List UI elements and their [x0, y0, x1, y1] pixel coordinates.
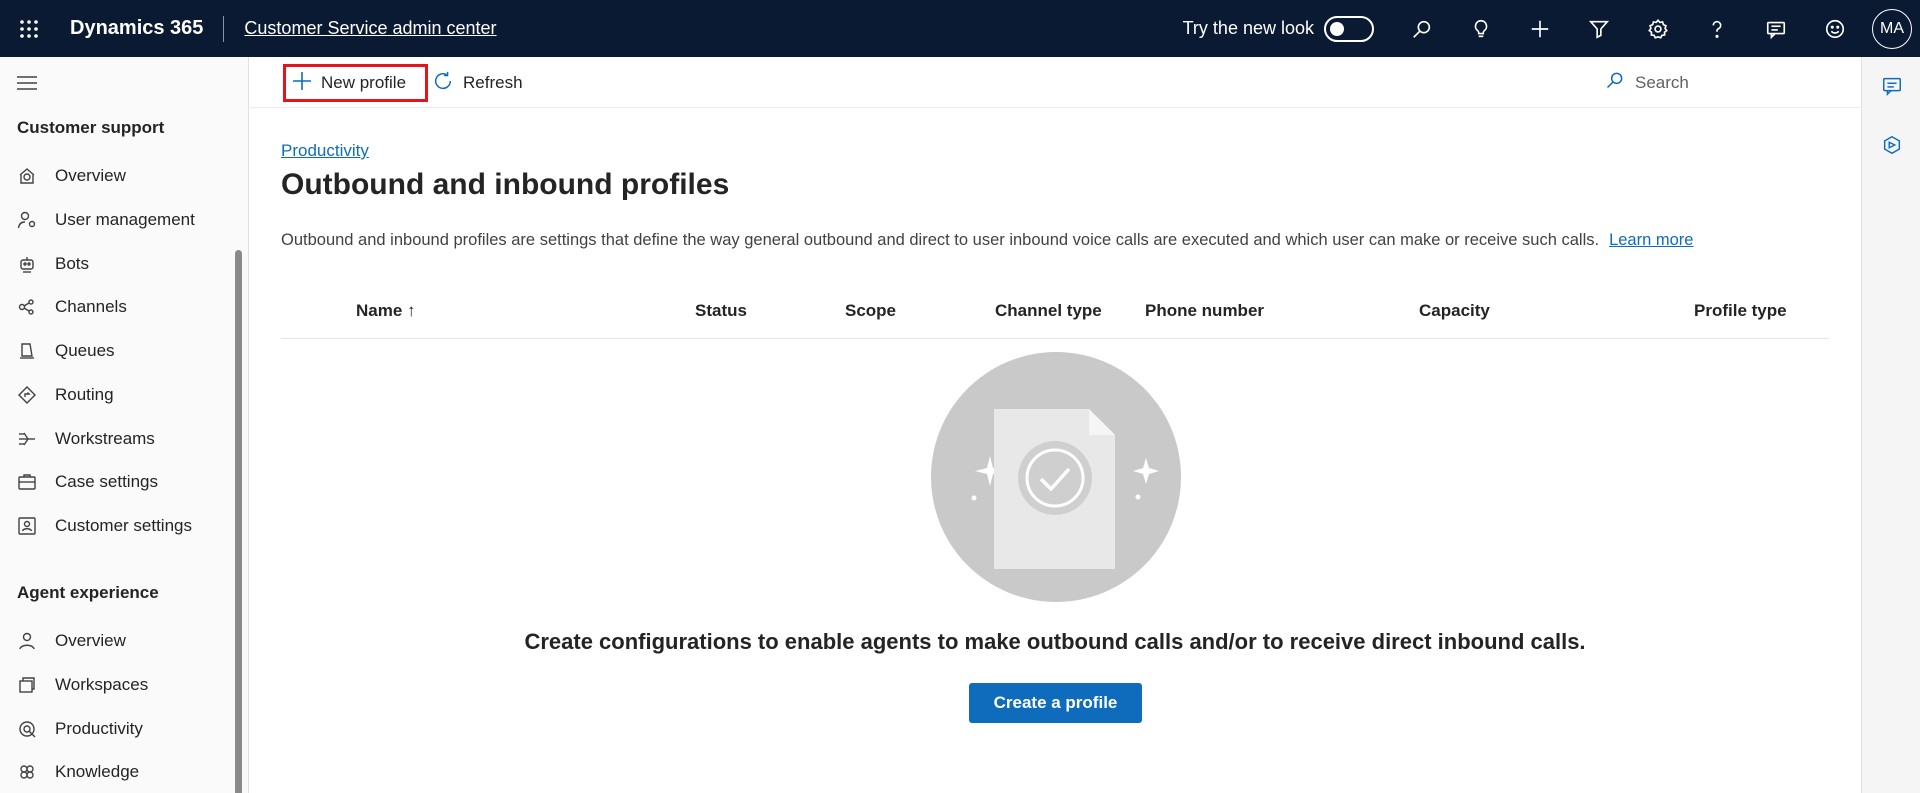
channels-icon: [17, 297, 37, 317]
help-icon[interactable]: [1687, 0, 1746, 57]
refresh-icon: [432, 70, 454, 97]
sidebar-item-label: Overview: [55, 166, 126, 185]
empty-state-message: Create configurations to enable agents t…: [524, 629, 1586, 654]
sidebar-item-routing[interactable]: Routing: [0, 375, 230, 415]
sidebar-scrollbar[interactable]: [235, 250, 242, 793]
refresh-label: Refresh: [463, 73, 523, 92]
plus-icon[interactable]: [1510, 0, 1569, 57]
knowledge-icon: [17, 762, 37, 782]
try-new-look-label: Try the new look: [1182, 18, 1314, 38]
gear-icon[interactable]: [1628, 0, 1687, 57]
sidebar-item-user-management[interactable]: User management: [0, 200, 230, 240]
sidebar-item-channels[interactable]: Channels: [0, 287, 230, 327]
column-header-scope[interactable]: Scope: [845, 301, 896, 321]
page-description: Outbound and inbound profiles are settin…: [281, 231, 1693, 250]
overview-icon: [17, 166, 37, 186]
description-text: Outbound and inbound profiles are settin…: [281, 231, 1600, 249]
empty-state-illustration: [931, 352, 1181, 602]
sidebar-item-customer-settings[interactable]: Customer settings: [0, 506, 230, 546]
routing-icon: [17, 385, 37, 405]
sidebar-item-label: Productivity: [55, 719, 143, 738]
column-header-name[interactable]: Name ↑: [356, 301, 416, 321]
sidebar-item-overview[interactable]: Overview: [0, 156, 230, 196]
sidebar-item-label: Routing: [55, 385, 114, 404]
column-header-status[interactable]: Status: [695, 301, 747, 321]
top-bar-actions: Try the new look MA: [1183, 0, 1920, 57]
queues-icon: [17, 341, 37, 361]
sidebar-item-queues[interactable]: Queues: [0, 331, 230, 371]
app-name-link[interactable]: Customer Service admin center: [244, 18, 496, 39]
hamburger-menu-icon[interactable]: [17, 75, 37, 96]
avatar[interactable]: MA: [1872, 8, 1912, 49]
sidebar-item-label: Workspaces: [55, 675, 149, 694]
copilot-icon[interactable]: [1880, 133, 1904, 157]
sidebar-item-workstreams[interactable]: Workstreams: [0, 419, 230, 459]
sidebar-item-case-settings[interactable]: Case settings: [0, 462, 230, 502]
workstreams-icon: [17, 429, 37, 449]
sidebar-item-productivity[interactable]: Productivity: [0, 709, 230, 749]
create-profile-button[interactable]: Create a profile: [969, 683, 1142, 723]
sidebar-item-label: Bots: [55, 254, 90, 273]
app-launcher-icon[interactable]: [0, 0, 58, 57]
section-agent-experience: Agent experience: [17, 583, 159, 602]
smiley-icon[interactable]: [1805, 0, 1864, 57]
column-header-phone-number[interactable]: Phone number: [1145, 301, 1264, 321]
new-profile-label: New profile: [321, 73, 407, 92]
customer-settings-icon: [17, 516, 37, 536]
lightbulb-icon[interactable]: [1451, 0, 1510, 57]
sidebar-item-knowledge[interactable]: Knowledge: [0, 752, 230, 792]
right-rail: [1861, 57, 1920, 793]
chat-icon[interactable]: [1880, 74, 1904, 98]
productivity-icon: [17, 719, 37, 739]
command-bar: New profile Refresh Search: [250, 57, 1861, 108]
column-header-capacity[interactable]: Capacity: [1419, 301, 1490, 321]
sidebar-item-label: Workstreams: [55, 429, 155, 448]
refresh-button[interactable]: Refresh: [432, 64, 523, 102]
search-icon: [1605, 70, 1625, 95]
sidebar-item-label: User management: [55, 210, 195, 229]
brand-title[interactable]: Dynamics 365: [70, 17, 203, 40]
bot-icon: [17, 254, 37, 274]
breadcrumb-productivity[interactable]: Productivity: [281, 141, 369, 161]
page-title: Outbound and inbound profiles: [281, 168, 730, 201]
section-customer-support: Customer support: [17, 118, 165, 137]
sidebar-item-label: Channels: [55, 297, 127, 316]
chat-icon[interactable]: [1746, 0, 1805, 57]
column-header-channel-type[interactable]: Channel type: [995, 301, 1102, 321]
table-header: Name ↑ Status Scope Channel type Phone n…: [281, 290, 1829, 339]
search-placeholder: Search: [1635, 72, 1689, 92]
learn-more-link[interactable]: Learn more: [1609, 231, 1693, 249]
try-new-look-toggle[interactable]: [1324, 15, 1374, 42]
sidebar-item-label: Case settings: [55, 472, 158, 491]
search-box[interactable]: Search: [1605, 70, 1689, 95]
plus-icon: [292, 71, 312, 96]
search-icon[interactable]: [1392, 0, 1451, 57]
column-header-profile-type[interactable]: Profile type: [1694, 301, 1787, 321]
sidebar: Customer support Overview User managemen…: [0, 57, 249, 793]
divider: [223, 15, 225, 42]
filter-icon[interactable]: [1569, 0, 1628, 57]
case-settings-icon: [17, 472, 37, 492]
sidebar-item-label: Knowledge: [55, 762, 140, 781]
top-bar: Dynamics 365 Customer Service admin cent…: [0, 0, 1920, 57]
workspaces-icon: [17, 675, 37, 695]
sidebar-item-label: Queues: [55, 341, 115, 360]
sidebar-item-label: Customer settings: [55, 516, 192, 535]
new-profile-button[interactable]: New profile: [283, 64, 428, 102]
sidebar-item-workspaces[interactable]: Workspaces: [0, 665, 230, 705]
sidebar-item-bots[interactable]: Bots: [0, 244, 230, 284]
user-management-icon: [17, 210, 37, 230]
